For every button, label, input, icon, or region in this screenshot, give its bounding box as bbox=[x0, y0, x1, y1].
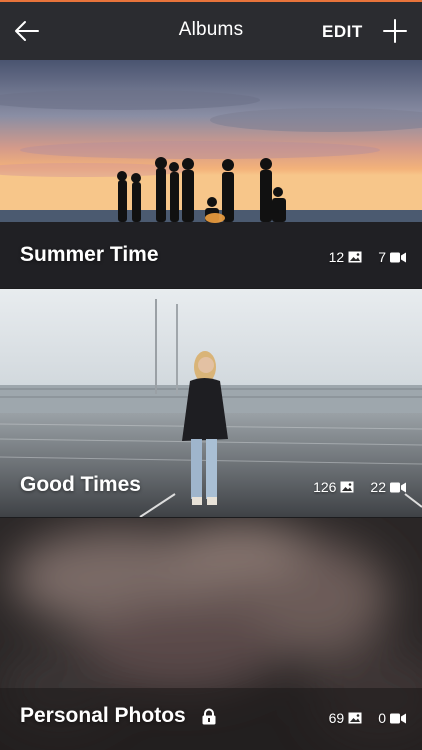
photo-count: 69 bbox=[328, 710, 345, 726]
album-name: Summer Time bbox=[20, 243, 159, 266]
album-stats: 69 0 bbox=[329, 710, 406, 726]
album-name: Personal Photos bbox=[20, 704, 186, 727]
plus-icon[interactable] bbox=[383, 19, 407, 43]
photo-count: 12 bbox=[328, 249, 345, 265]
album-card-personal-photos[interactable]: Personal Photos 69 0 bbox=[0, 518, 422, 750]
album-card-summer-time[interactable]: Summer Time 12 7 bbox=[0, 60, 422, 288]
edit-button[interactable]: EDIT bbox=[322, 22, 363, 42]
album-name-row: Personal Photos bbox=[20, 704, 216, 728]
image-icon bbox=[340, 481, 354, 493]
navigation-bar: Albums EDIT bbox=[0, 2, 422, 60]
image-icon bbox=[348, 712, 362, 724]
image-icon bbox=[348, 251, 362, 263]
photo-count: 126 bbox=[313, 479, 337, 495]
video-camera-icon bbox=[390, 713, 406, 723]
video-camera-icon bbox=[390, 482, 406, 492]
album-name: Good Times bbox=[20, 473, 141, 496]
video-count: 0 bbox=[378, 710, 386, 726]
video-count: 7 bbox=[378, 249, 386, 265]
lock-icon bbox=[202, 708, 216, 725]
album-card-good-times[interactable]: Good Times 126 22 bbox=[0, 289, 422, 517]
video-count: 22 bbox=[370, 479, 386, 495]
album-stats: 12 7 bbox=[329, 249, 406, 265]
video-camera-icon bbox=[390, 252, 406, 262]
album-stats: 126 22 bbox=[313, 479, 406, 495]
